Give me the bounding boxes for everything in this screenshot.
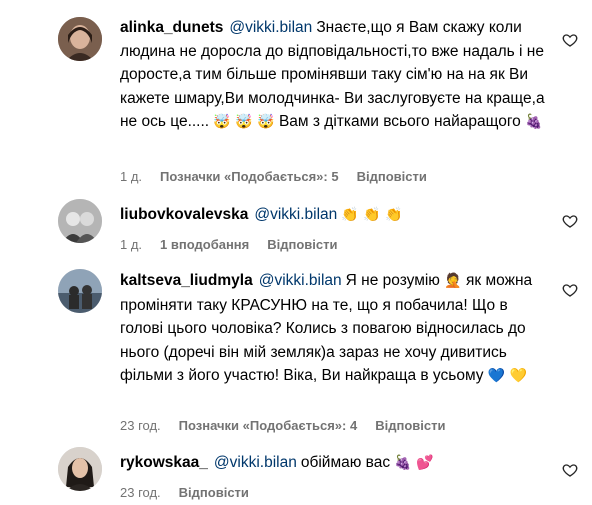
avatar-image [58,17,102,61]
comment-mention[interactable]: @vikki.bilan [254,206,337,223]
comment-meta: 1 д. 1 вподобання Відповісти [120,237,338,252]
avatar-image [58,199,102,243]
comment-time[interactable]: 23 год. [120,485,161,500]
comment-username[interactable]: kaltseva_liudmyla [120,272,253,289]
comment-time[interactable]: 1 д. [120,169,142,184]
comment-time[interactable]: 1 д. [120,237,142,252]
comment-emojis-end: 🍇 [525,114,543,130]
reply-button[interactable]: Відповісти [179,485,249,500]
avatar[interactable] [58,269,102,313]
comment-body: liubovkovalevska @vikki.bilan 👏 👏 👏 [120,203,554,228]
heart-icon[interactable] [562,282,578,298]
avatar[interactable] [58,447,102,491]
avatar-image [58,447,102,491]
comment-mention[interactable]: @vikki.bilan [259,272,342,289]
avatar-image [58,269,102,313]
comment-emojis: 🍇 💕 [394,455,434,471]
comment-mention[interactable]: @vikki.bilan [229,19,312,36]
heart-icon[interactable] [562,32,578,48]
heart-icon[interactable] [562,213,578,229]
comment-body: alinka_dunets @vikki.bilan Знаєте,що я Вам… [120,16,554,135]
comment-text: Я не розумію [345,272,440,289]
avatar[interactable] [58,17,102,61]
comment-emojis: 🤯 🤯 🤯 [213,114,275,130]
avatar[interactable] [58,199,102,243]
comment-likes[interactable]: Позначки «Подобається»: 4 [179,418,358,433]
comment-username[interactable]: liubovkovalevska [120,206,248,223]
comment-time[interactable]: 23 год. [120,418,161,433]
comment-meta: 23 год. Відповісти [120,485,249,500]
comment-mention[interactable]: @vikki.bilan [214,454,297,471]
reply-button[interactable]: Відповісти [267,237,337,252]
comment-likes[interactable]: Позначки «Подобається»: 5 [160,169,339,184]
comment-body: rykowskaa_ @vikki.bilan обіймаю вас 🍇 💕 [120,451,554,476]
comment-meta: 23 год. Позначки «Подобається»: 4 Відпов… [120,418,445,433]
comment-username[interactable]: rykowskaa_ [120,454,208,471]
reply-button[interactable]: Відповісти [357,169,427,184]
comment-emojis: 🤦 [444,273,462,289]
heart-icon[interactable] [562,462,578,478]
comment-emojis: 👏 👏 👏 [341,207,403,223]
comment-username[interactable]: alinka_dunets [120,19,223,36]
reply-button[interactable]: Відповісти [375,418,445,433]
comment-text-continued: Вам з дітками всього найаращого [278,113,521,130]
comment-body: kaltseva_liudmyla @vikki.bilan Я не розумі… [120,269,554,389]
comment-emojis-end: 💙 💛 [487,368,528,384]
comment-text: обіймаю вас [300,454,391,471]
comment-likes[interactable]: 1 вподобання [160,237,249,252]
comment-meta: 1 д. Позначки «Подобається»: 5 Відповіст… [120,169,427,184]
